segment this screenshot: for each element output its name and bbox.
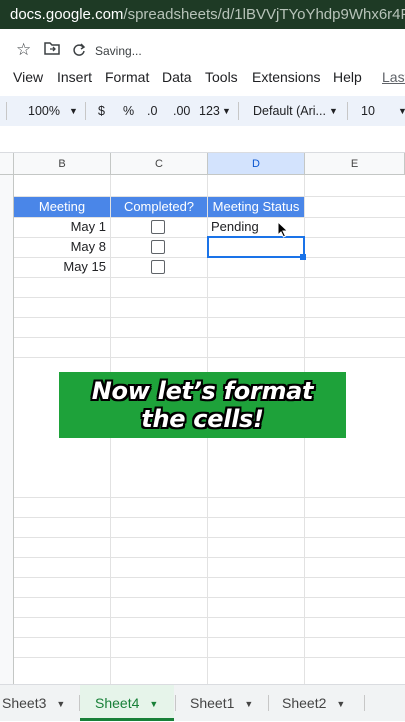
gridline — [14, 617, 405, 618]
column-header-d[interactable]: D — [208, 153, 305, 175]
font-dropdown-icon[interactable]: ▼ — [329, 106, 338, 116]
cell-meeting-date[interactable]: May 1 — [14, 217, 110, 237]
toolbar: 100% ▼ $ % .0 .00 123 ▼ Default (Ari... … — [0, 96, 405, 126]
zoom-dropdown-icon[interactable]: ▼ — [69, 106, 78, 116]
menu-extensions[interactable]: Extensions — [252, 69, 320, 85]
gridline — [14, 337, 405, 338]
sheet-tab-label: Sheet1 — [190, 695, 235, 711]
sheet-tab-sheet3[interactable]: Sheet3 ▼ — [0, 685, 80, 721]
active-cell-selection[interactable] — [207, 236, 305, 258]
gridline — [14, 357, 405, 358]
last-edit-link[interactable]: Last — [382, 69, 405, 85]
tab-divider — [364, 695, 365, 711]
more-formats-button[interactable]: 123 — [199, 104, 220, 118]
font-select[interactable]: Default (Ari... — [253, 104, 326, 118]
completed-checkbox[interactable] — [151, 260, 165, 274]
currency-format-button[interactable]: $ — [98, 104, 105, 118]
address-bar[interactable]: docs.google.com/spreadsheets/d/1lBVVjTYo… — [0, 0, 405, 29]
sheet-tab-sheet1[interactable]: Sheet1 ▼ — [176, 685, 282, 721]
menu-tools[interactable]: Tools — [205, 69, 238, 85]
caption-line-1: Now let’s format — [91, 377, 314, 405]
column-header-e[interactable]: E — [305, 153, 405, 175]
tab-dropdown-icon[interactable]: ▼ — [244, 686, 253, 722]
header-cell-meeting-status[interactable]: Meeting Status — [208, 197, 304, 217]
gridline — [14, 557, 405, 558]
saving-status: Saving... — [95, 44, 142, 58]
sheet-tab-sheet2[interactable]: Sheet2 ▼ — [269, 685, 376, 721]
menu-help[interactable]: Help — [333, 69, 362, 85]
sheet-tab-sheet4[interactable]: Sheet4 ▼ — [80, 685, 174, 721]
toolbar-divider — [238, 102, 239, 120]
tab-dropdown-icon[interactable]: ▼ — [149, 686, 158, 722]
cell-meeting-status[interactable]: Pending — [211, 217, 303, 237]
font-size-select[interactable]: 10 — [361, 104, 375, 118]
cell-meeting-date[interactable]: May 15 — [14, 257, 110, 277]
tab-dropdown-icon[interactable]: ▼ — [56, 686, 65, 722]
gridline — [14, 517, 405, 518]
tab-dropdown-icon[interactable]: ▼ — [336, 686, 345, 722]
percent-format-button[interactable]: % — [123, 104, 134, 118]
menu-insert[interactable]: Insert — [57, 69, 92, 85]
caption-banner: Now let’s format the cells! — [59, 372, 346, 438]
gridline — [14, 497, 405, 498]
sheet-tab-label: Sheet3 — [2, 695, 47, 711]
cell-meeting-date[interactable]: May 8 — [14, 237, 110, 257]
sheet-tab-label: Sheet4 — [95, 695, 140, 711]
zoom-select[interactable]: 100% — [28, 104, 60, 118]
gridline — [14, 577, 405, 578]
gridline — [14, 277, 405, 278]
more-formats-dropdown-icon[interactable]: ▼ — [222, 106, 231, 116]
gridline — [14, 317, 405, 318]
increase-decimal-button[interactable]: .00 — [173, 104, 190, 118]
move-to-folder-icon[interactable] — [44, 40, 60, 60]
row-header-strip[interactable] — [0, 175, 14, 695]
gridline — [14, 297, 405, 298]
column-header-c[interactable]: C — [111, 153, 208, 175]
header-cell-meeting[interactable]: Meeting — [14, 197, 110, 217]
url-host: docs.google.com — [10, 6, 124, 23]
toolbar-divider — [6, 102, 7, 120]
gridline — [14, 637, 405, 638]
menu-bar: View Insert Format Data Tools Extensions… — [0, 66, 405, 90]
completed-checkbox[interactable] — [151, 220, 165, 234]
font-size-dropdown-icon[interactable]: ▼ — [398, 106, 405, 116]
decrease-decimal-button[interactable]: .0 — [147, 104, 157, 118]
menu-data[interactable]: Data — [162, 69, 192, 85]
title-row: ☆ Saving... — [0, 36, 405, 66]
mouse-cursor-icon — [277, 221, 289, 238]
sheet-tab-bar: Sheet3 ▼ Sheet4 ▼ Sheet1 ▼ Sheet2 ▼ — [0, 684, 405, 721]
toolbar-divider — [347, 102, 348, 120]
menu-format[interactable]: Format — [105, 69, 149, 85]
completed-checkbox[interactable] — [151, 240, 165, 254]
sync-icon — [72, 42, 86, 62]
caption-line-2: the cells! — [141, 405, 264, 433]
gridline — [14, 537, 405, 538]
sheet-tab-label: Sheet2 — [282, 695, 327, 711]
gridline — [14, 657, 405, 658]
column-header-b[interactable]: B — [14, 153, 111, 175]
header-cell-completed[interactable]: Completed? — [111, 197, 207, 217]
toolbar-divider — [85, 102, 86, 120]
gridline — [14, 597, 405, 598]
formula-bar[interactable] — [0, 130, 405, 153]
menu-view[interactable]: View — [13, 69, 43, 85]
star-icon[interactable]: ☆ — [16, 40, 31, 60]
url-path: /spreadsheets/d/1lBVVjTYoYhdp9Whx6r4PQv — [123, 6, 405, 23]
select-all-corner[interactable] — [0, 153, 14, 175]
cell-meeting-status[interactable] — [211, 257, 303, 277]
fill-handle[interactable] — [300, 254, 306, 260]
